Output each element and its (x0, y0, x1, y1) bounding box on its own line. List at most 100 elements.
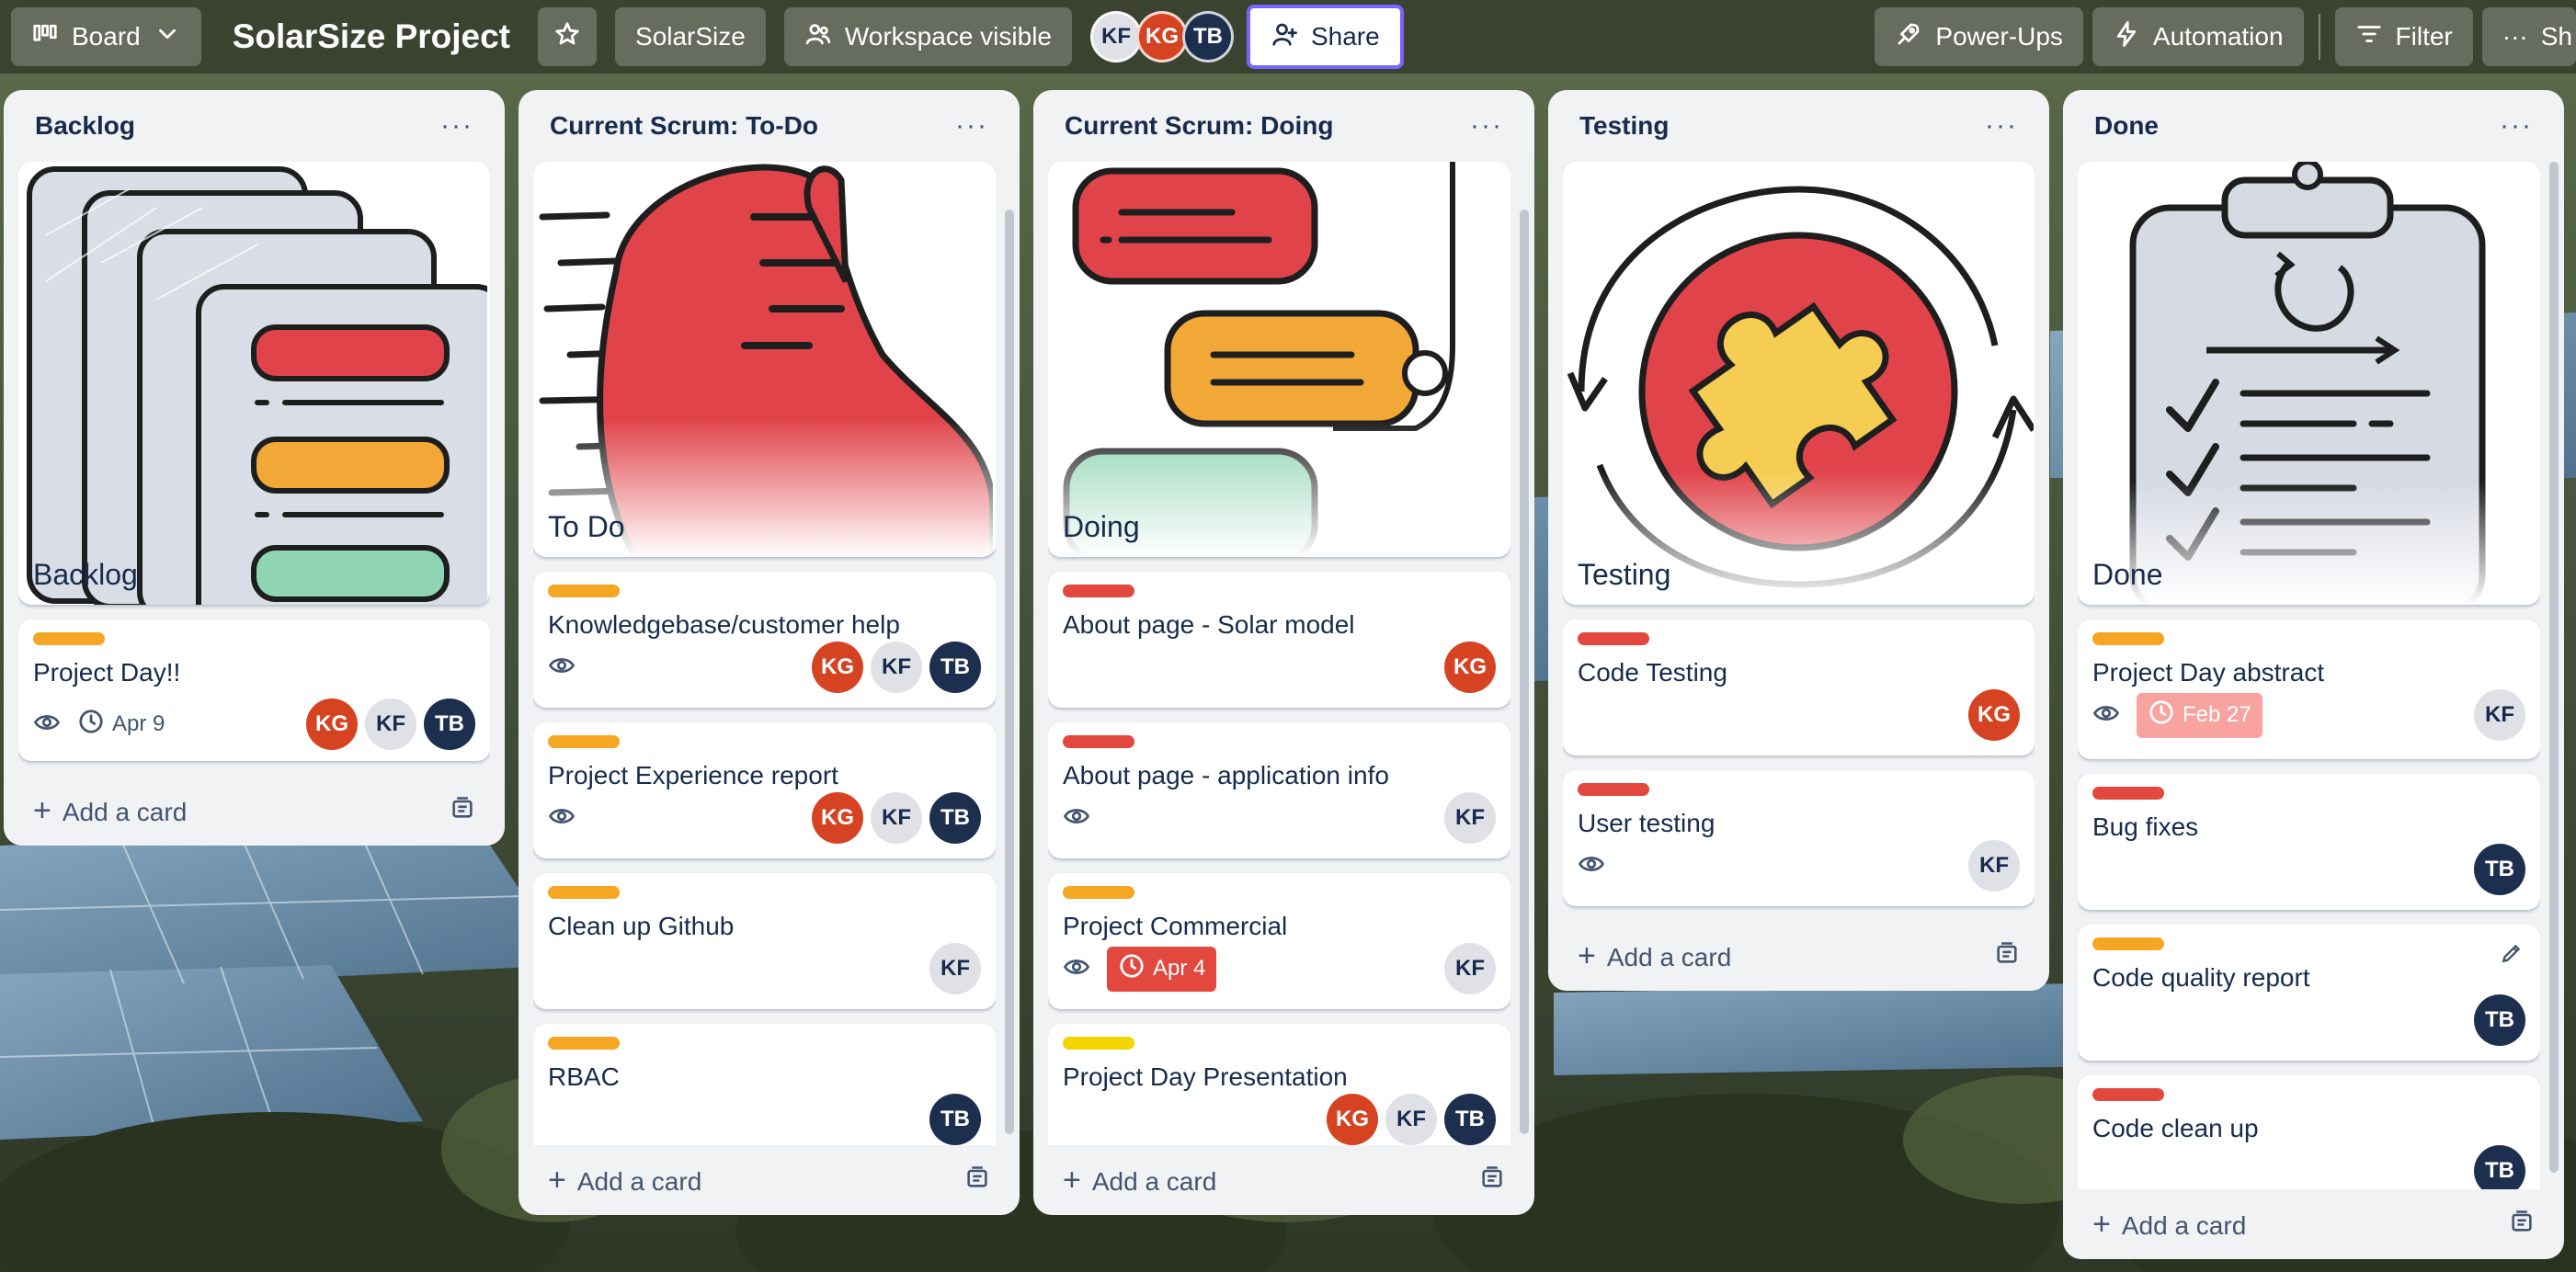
avatar-tb[interactable]: TB (2474, 1145, 2525, 1189)
list-menu-button[interactable]: ··· (440, 110, 473, 142)
avatar-kf[interactable]: KF (1444, 792, 1496, 844)
card-project-day-abstract[interactable]: Project Day abstract Feb 27 KF (2078, 619, 2540, 759)
list-menu-button[interactable]: ··· (1985, 110, 2018, 142)
list-scrollbar[interactable] (1005, 210, 1014, 1134)
avatar-kg[interactable]: KG (1968, 689, 2020, 741)
template-icon[interactable] (1994, 940, 2020, 972)
add-card-button[interactable]: + Add a card (18, 776, 490, 846)
card-title: About page - Solar model (1063, 610, 1355, 639)
show-menu-button[interactable]: ··· Sh (2481, 7, 2576, 66)
avatar-kg[interactable]: KG (812, 642, 863, 693)
card-clean-up-github[interactable]: Clean up Github KF (533, 873, 996, 1009)
list-title[interactable]: Current Scrum: Doing (1065, 111, 1333, 141)
avatar-kf[interactable]: KF (1385, 1094, 1437, 1145)
add-card-button[interactable]: + Add a card (1563, 921, 2035, 991)
member-avatar-kg[interactable]: KG (1135, 11, 1188, 62)
avatar-kf[interactable]: KF (2474, 689, 2525, 741)
card-title: Project Day!! (33, 658, 181, 687)
card-title: Project Day abstract (2092, 658, 2325, 687)
template-icon[interactable] (1479, 1164, 1505, 1197)
card-about-page-solar-model[interactable]: About page - Solar model KG (1048, 572, 1510, 708)
people-icon (804, 20, 832, 54)
label-red (2092, 1088, 2164, 1101)
cover-card-done[interactable]: Done (2078, 162, 2540, 605)
due-date-badge[interactable]: Feb 27 (2137, 692, 2263, 738)
board-title[interactable]: SolarSize Project (233, 17, 510, 56)
list-scrollbar[interactable] (2549, 162, 2559, 1173)
avatar-kf[interactable]: KF (871, 792, 922, 844)
list-title[interactable]: Testing (1579, 111, 1669, 141)
cover-card-to-do[interactable]: To Do (533, 162, 996, 557)
avatar-kg[interactable]: KG (306, 698, 358, 750)
list-current-scrum-doing: Current Scrum: Doing ··· Doing About pag… (1033, 90, 1534, 1215)
avatar-tb[interactable]: TB (929, 792, 981, 844)
filter-button[interactable]: Filter (2334, 7, 2473, 66)
avatar-tb[interactable]: TB (929, 1094, 981, 1145)
cover-card-testing[interactable]: Testing (1563, 162, 2035, 605)
avatar-kf[interactable]: KF (929, 943, 981, 994)
label-red (2092, 787, 2164, 800)
card-knowledgebase[interactable]: Knowledgebase/customer help KG KF TB (533, 572, 996, 708)
start-date-badge[interactable]: Apr 9 (77, 708, 165, 742)
avatar-tb[interactable]: TB (2474, 844, 2525, 895)
power-ups-button[interactable]: Power-Ups (1875, 7, 2083, 66)
avatar-tb[interactable]: TB (2474, 994, 2525, 1046)
card-project-commercial[interactable]: Project Commercial Apr 4 KF (1048, 873, 1510, 1009)
card-user-testing[interactable]: User testing KF (1563, 770, 2035, 906)
eye-icon (33, 709, 61, 741)
card-project-day-presentation[interactable]: Project Day Presentation KG KF TB (1048, 1024, 1510, 1145)
list-title[interactable]: Current Scrum: To-Do (550, 111, 818, 141)
avatar-kf[interactable]: KF (365, 698, 416, 750)
avatar-tb[interactable]: TB (424, 698, 475, 750)
add-card-button[interactable]: + Add a card (2078, 1189, 2549, 1259)
list-menu-button[interactable]: ··· (1470, 110, 1503, 142)
avatar-kf[interactable]: KF (1444, 943, 1496, 994)
template-icon[interactable] (2509, 1209, 2535, 1241)
member-avatar-tb[interactable]: TB (1181, 11, 1234, 62)
avatar-kg[interactable]: KG (1444, 642, 1496, 693)
card-code-clean-up[interactable]: Code clean up TB (2078, 1075, 2540, 1189)
list-current-scrum-to-do: Current Scrum: To-Do ··· To Do Knowledge… (519, 90, 1020, 1215)
workspace-button[interactable]: SolarSize (615, 7, 766, 66)
card-project-experience-report[interactable]: Project Experience report KG KF TB (533, 722, 996, 858)
card-about-page-application-info[interactable]: About page - application info KF (1048, 722, 1510, 858)
checklist-clipboard-illustration (2078, 162, 2537, 605)
card-bug-fixes[interactable]: Bug fixes TB (2078, 774, 2540, 910)
star-board-button[interactable] (538, 7, 598, 66)
list-menu-button[interactable]: ··· (2500, 110, 2533, 142)
filter-label: Filter (2395, 22, 2453, 51)
member-avatar-kf[interactable]: KF (1089, 11, 1142, 62)
due-date-badge[interactable]: Apr 4 (1107, 946, 1217, 992)
list-title[interactable]: Backlog (35, 111, 135, 141)
label-orange (548, 735, 620, 748)
template-icon[interactable] (964, 1164, 990, 1197)
avatar-kf[interactable]: KF (871, 642, 922, 693)
list-menu-button[interactable]: ··· (955, 110, 988, 142)
list-scrollbar[interactable] (1520, 210, 1529, 1134)
visibility-button[interactable]: Workspace visible (783, 7, 1072, 66)
avatar-tb[interactable]: TB (1444, 1094, 1496, 1145)
avatar-kf[interactable]: KF (1968, 840, 2020, 892)
card-title: RBAC (548, 1062, 620, 1091)
view-label: Board (72, 22, 141, 51)
cover-card-doing[interactable]: Doing (1048, 162, 1510, 557)
due-date-text: Feb 27 (2183, 702, 2251, 727)
share-button[interactable]: Share (1246, 5, 1404, 69)
card-project-day[interactable]: Project Day!! Apr 9 KG KF TB (18, 619, 490, 761)
avatar-kg[interactable]: KG (1327, 1094, 1378, 1145)
card-code-quality-report[interactable]: Code quality report TB (2078, 925, 2540, 1061)
list-title[interactable]: Done (2094, 111, 2159, 141)
template-icon[interactable] (450, 795, 475, 827)
stacked-documents-illustration (27, 166, 487, 605)
avatar-kg[interactable]: KG (812, 792, 863, 844)
add-card-button[interactable]: + Add a card (533, 1145, 1005, 1215)
view-switcher-button[interactable]: Board (11, 7, 201, 66)
card-code-testing[interactable]: Code Testing KG (1563, 619, 2035, 755)
pencil-icon[interactable] (2500, 941, 2524, 970)
card-rbac[interactable]: RBAC TB (533, 1024, 996, 1145)
rocket-icon (1895, 20, 1922, 54)
avatar-tb[interactable]: TB (929, 642, 981, 693)
automation-button[interactable]: Automation (2092, 7, 2304, 66)
cover-card-backlog[interactable]: Backlog (18, 162, 490, 605)
add-card-button[interactable]: + Add a card (1048, 1145, 1520, 1215)
